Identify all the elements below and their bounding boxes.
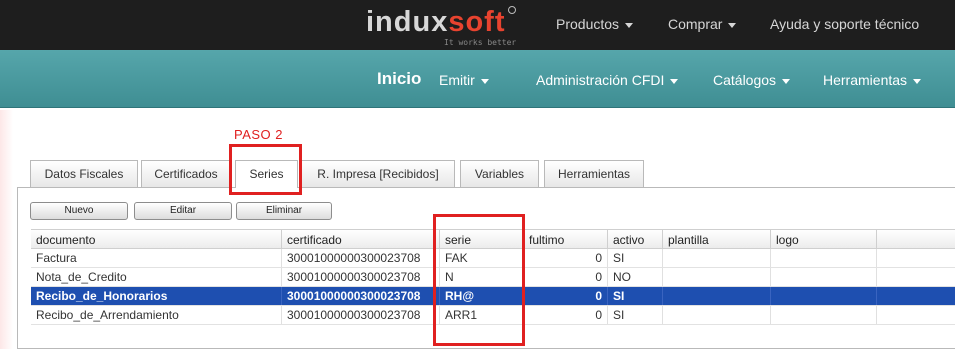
column-header-logo[interactable]: logo: [770, 230, 876, 249]
caret-down-icon: [480, 78, 489, 84]
cell-fultimo: 0: [523, 306, 607, 324]
cell-documento: Recibo_de_Arrendamiento: [36, 308, 179, 322]
serie-column-highlight-box: [433, 214, 525, 346]
cell-certificado: 30001000000300023708: [281, 249, 439, 267]
cell-plantilla: [662, 306, 770, 324]
column-header-empty: [876, 230, 955, 249]
top-bar: induxsoft It works better Productos Comp…: [0, 0, 955, 50]
tab-certificados[interactable]: Certificados: [141, 160, 231, 187]
cell-certificado: 30001000000300023708: [281, 268, 439, 286]
cell-fultimo: 0: [523, 287, 607, 305]
nav-emitir[interactable]: Emitir: [439, 72, 489, 88]
cell-fultimo: 0: [523, 268, 607, 286]
top-nav-productos[interactable]: Productos: [556, 16, 634, 32]
caret-down-icon: [670, 78, 679, 84]
logo-text-soft: soft: [448, 6, 506, 38]
registered-mark-icon: [508, 6, 516, 14]
tab-datos-fiscales[interactable]: Datos Fiscales: [30, 160, 138, 187]
step-annotation-label: PASO 2: [234, 127, 284, 142]
column-header-plantilla[interactable]: plantilla: [662, 230, 770, 249]
induxsoft-logo[interactable]: induxsoft It works better: [362, 4, 522, 48]
nav-herramientas[interactable]: Herramientas: [823, 72, 922, 88]
cell-empty: [876, 249, 955, 267]
caret-down-icon: [782, 78, 791, 84]
series-tab-highlight-box: [229, 144, 302, 195]
caret-down-icon: [625, 22, 634, 28]
column-header-certificado[interactable]: certificado: [281, 230, 439, 249]
cell-plantilla: [662, 268, 770, 286]
tab-herramientas[interactable]: Herramientas: [544, 160, 644, 187]
cell-activo: SI: [607, 287, 662, 305]
cell-certificado: 30001000000300023708: [281, 306, 439, 324]
cell-certificado: 30001000000300023708: [281, 287, 439, 305]
cell-fultimo: 0: [523, 249, 607, 267]
cell-documento: Factura: [36, 251, 77, 265]
nav-administracion-cfdi[interactable]: Administración CFDI: [536, 72, 679, 88]
cell-logo: [770, 249, 876, 267]
cell-documento: Nota_de_Credito: [36, 270, 127, 284]
top-nav-comprar[interactable]: Comprar: [668, 16, 737, 32]
top-nav-ayuda[interactable]: Ayuda y soporte técnico: [770, 16, 919, 32]
caret-down-icon: [728, 22, 737, 28]
cell-plantilla: [662, 249, 770, 267]
column-header-documento[interactable]: documento: [31, 230, 281, 249]
cell-activo: NO: [607, 268, 662, 286]
cell-empty: [876, 268, 955, 286]
cell-logo: [770, 268, 876, 286]
logo-tagline: It works better: [444, 38, 517, 47]
tab-r-impresa-recibidos[interactable]: R. Impresa [Recibidos]: [301, 160, 455, 187]
cell-logo: [770, 306, 876, 324]
tab-variables[interactable]: Variables: [460, 160, 539, 187]
cell-empty: [876, 306, 955, 324]
nav-inicio[interactable]: Inicio: [377, 69, 421, 89]
nav-catalogos[interactable]: Catálogos: [713, 72, 791, 88]
caret-down-icon: [913, 78, 922, 84]
logo-text-indux: indux: [366, 6, 449, 38]
cell-plantilla: [662, 287, 770, 305]
column-header-fultimo[interactable]: fultimo: [523, 230, 607, 249]
cell-activo: SI: [607, 249, 662, 267]
cell-activo: SI: [607, 306, 662, 324]
cell-documento: Recibo_de_Honorarios: [36, 289, 168, 303]
edit-button[interactable]: Editar: [134, 202, 232, 220]
new-button[interactable]: Nuevo: [30, 202, 128, 220]
left-edge-strip: [0, 110, 13, 349]
delete-button[interactable]: Eliminar: [236, 202, 332, 220]
main-nav-bar: Inicio Emitir Administración CFDI Catálo…: [0, 50, 955, 108]
cell-empty: [876, 287, 955, 305]
column-header-activo[interactable]: activo: [607, 230, 662, 249]
cell-logo: [770, 287, 876, 305]
